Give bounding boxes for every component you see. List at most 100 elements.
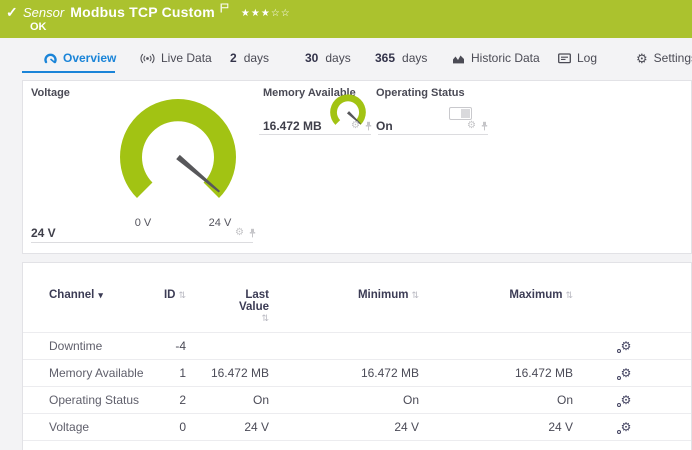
sensor-status-bar: ✓ Sensor Modbus TCP Custom ★★★☆☆ OK <box>0 0 692 38</box>
sort-icon: ⇅ <box>411 290 419 300</box>
operating-status-value: On <box>376 119 393 133</box>
log-list-icon <box>558 53 571 64</box>
minimum-header-label: Minimum <box>358 289 408 301</box>
operating-status-title: Operating Status <box>376 87 465 99</box>
voltage-divider <box>31 242 253 243</box>
tab-settings-label: Settings <box>654 51 692 65</box>
gear-icon: ⚙ <box>621 339 632 353</box>
sensor-page: ✓ Sensor Modbus TCP Custom ★★★☆☆ OK Over… <box>0 0 692 450</box>
channel-settings-icon[interactable]: ⚙ <box>621 367 632 379</box>
voltage-value: 24 V <box>31 226 56 240</box>
last-value: On <box>186 393 269 407</box>
value-label: Value <box>186 301 269 313</box>
tab-365-days[interactable]: 365 days <box>375 51 427 65</box>
sort-desc-icon: ▾ <box>98 290 103 300</box>
channel-name: Downtime <box>49 339 146 353</box>
gear-dot <box>617 403 621 407</box>
flag-icon[interactable] <box>220 0 229 18</box>
memory-divider <box>259 134 371 135</box>
gear-icon: ⚙ <box>621 420 632 434</box>
pin-icon[interactable] <box>480 121 489 131</box>
gear-dot <box>617 430 621 434</box>
gear-icon: ⚙ <box>636 52 648 65</box>
tab-365-days-label: days <box>402 51 427 65</box>
stars-empty[interactable]: ☆☆ <box>271 8 291 19</box>
tab-30-days-number: 30 <box>305 51 318 65</box>
column-header-last-value[interactable]: LastValue⇅ <box>186 289 269 324</box>
live-signal-icon <box>140 52 155 65</box>
channel-name: Voltage <box>49 420 146 434</box>
tab-settings[interactable]: ⚙ Settings <box>636 51 692 65</box>
gauges-panel: Voltage 0 V 24 V 24 V ⚙ Memory Available… <box>22 80 692 254</box>
minimum-value: 24 V <box>269 420 419 434</box>
sensor-title-line: Sensor Modbus TCP Custom ★★★☆☆ <box>23 4 291 22</box>
channel-settings-icon[interactable]: ⚙ <box>621 394 632 406</box>
id-header-label: ID <box>164 289 176 301</box>
column-header-id[interactable]: ID⇅ <box>146 289 186 301</box>
tab-2-days-label: days <box>244 51 269 65</box>
gear-icon[interactable]: ⚙ <box>351 121 360 131</box>
tab-2-days-number: 2 <box>230 51 237 65</box>
maximum-header-label: Maximum <box>509 289 562 301</box>
column-header-channel[interactable]: Channel ▾ <box>49 289 146 301</box>
stars-filled[interactable]: ★★★ <box>241 8 271 19</box>
gear-dot <box>617 376 621 380</box>
channel-name: Operating Status <box>49 393 146 407</box>
column-header-maximum[interactable]: Maximum⇅ <box>419 289 573 301</box>
operating-status-toggle <box>449 107 472 120</box>
tab-30-days-label: days <box>325 51 350 65</box>
channel-id: 0 <box>146 420 186 434</box>
tab-30-days[interactable]: 30 days <box>305 51 351 65</box>
sensor-name: Modbus TCP Custom <box>70 4 215 20</box>
voltage-gauge-actions: ⚙ <box>235 228 257 238</box>
tab-2-days[interactable]: 2 days <box>230 51 269 65</box>
last-header-line2: Value⇅ <box>186 301 269 324</box>
operating-divider <box>378 134 488 135</box>
gear-icon[interactable]: ⚙ <box>467 121 476 131</box>
table-row-memory-available: Memory Available 1 16.472 MB 16.472 MB 1… <box>23 360 691 387</box>
gear-icon: ⚙ <box>621 366 632 380</box>
voltage-gauge-title: Voltage <box>31 87 70 99</box>
minimum-value: On <box>269 393 419 407</box>
tab-bar: Overview Live Data 2 days 30 days 365 da… <box>0 38 692 80</box>
pin-icon[interactable] <box>364 121 373 131</box>
column-header-minimum[interactable]: Minimum⇅ <box>269 289 419 301</box>
status-badge: OK <box>30 21 47 33</box>
last-value: 16.472 MB <box>186 366 269 380</box>
tab-historic-data[interactable]: Historic Data <box>452 51 540 65</box>
maximum-value: On <box>419 393 573 407</box>
bar-chart-icon <box>452 52 465 64</box>
table-row-voltage: Voltage 0 24 V 24 V 24 V ⚙ <box>23 414 691 441</box>
sort-icon: ⇅ <box>178 290 186 300</box>
sort-icon: ⇅ <box>565 290 573 300</box>
toggle-knob <box>461 109 470 118</box>
minimum-value: 16.472 MB <box>269 366 419 380</box>
tab-historic-data-label: Historic Data <box>471 51 540 65</box>
operating-gauge-actions: ⚙ <box>467 121 489 131</box>
active-tab-underline <box>22 71 115 73</box>
table-header-row: Channel▾ ID⇅ LastValue⇅ Minimum⇅ Maximum… <box>23 263 691 333</box>
channel-settings-icon[interactable]: ⚙ <box>621 421 632 433</box>
tab-live-data-label: Live Data <box>161 51 212 65</box>
channel-id: -4 <box>146 339 186 353</box>
gauge-icon <box>44 52 57 65</box>
table-row-operating-status: Operating Status 2 On On On ⚙ <box>23 387 691 414</box>
gear-icon[interactable]: ⚙ <box>235 228 244 238</box>
pin-icon[interactable] <box>248 228 257 238</box>
tab-365-days-number: 365 <box>375 51 395 65</box>
priority-stars[interactable]: ★★★☆☆ <box>241 8 291 19</box>
channel-header-label: Channel <box>49 289 94 301</box>
channels-table-panel: Channel▾ ID⇅ LastValue⇅ Minimum⇅ Maximum… <box>22 262 692 450</box>
channel-settings-icon[interactable]: ⚙ <box>621 340 632 352</box>
channel-name: Memory Available <box>49 366 146 380</box>
tab-live-data[interactable]: Live Data <box>140 51 212 65</box>
tab-overview[interactable]: Overview <box>44 51 116 65</box>
tab-log-label: Log <box>577 51 597 65</box>
last-value: 24 V <box>186 420 269 434</box>
ok-check-icon: ✓ <box>6 4 18 21</box>
tab-log[interactable]: Log <box>558 51 597 65</box>
channel-id: 1 <box>146 366 186 380</box>
sort-icon: ⇅ <box>189 313 269 324</box>
gear-icon: ⚙ <box>621 393 632 407</box>
maximum-value: 16.472 MB <box>419 366 573 380</box>
